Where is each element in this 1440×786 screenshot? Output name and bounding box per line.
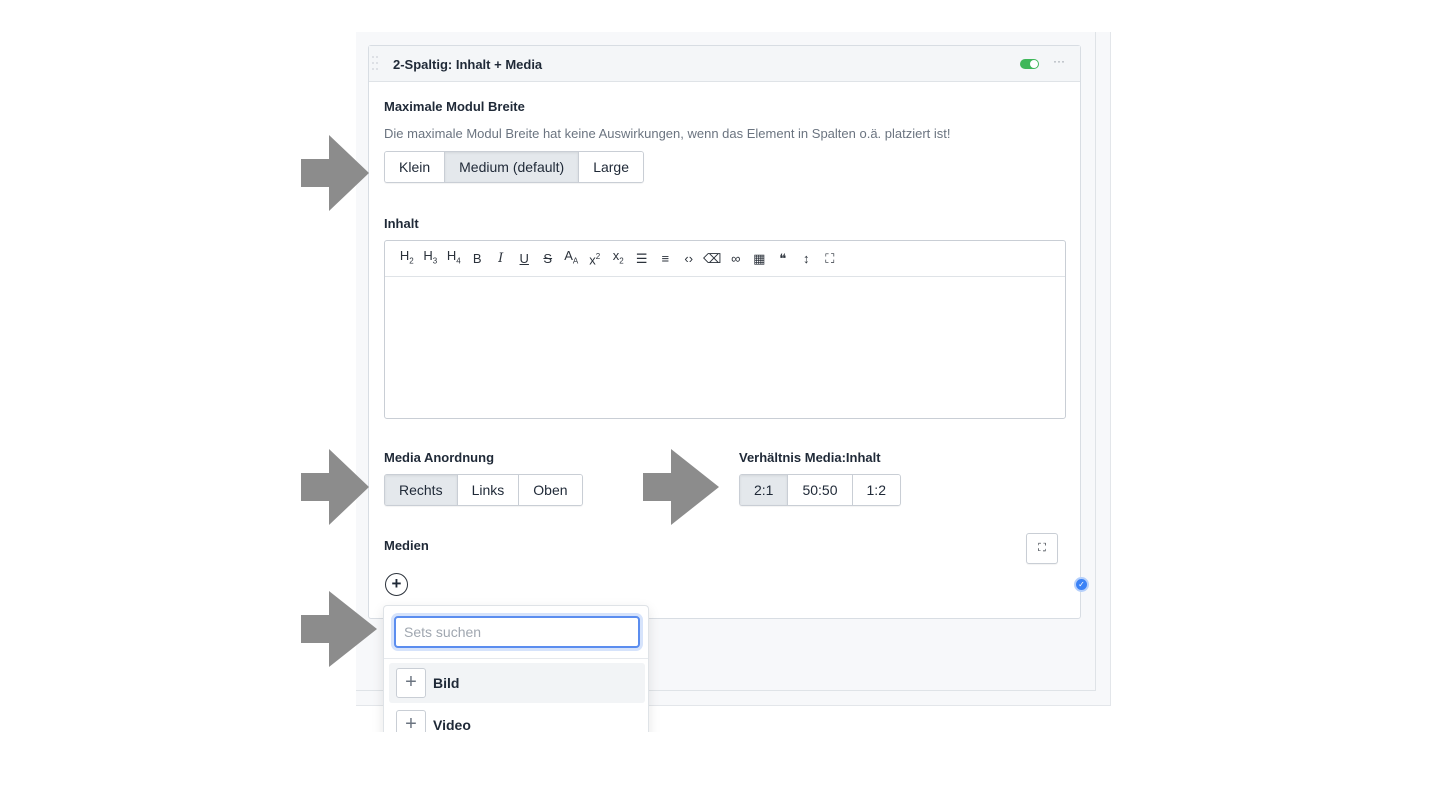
module-width-option-large[interactable]: Large — [579, 152, 643, 182]
annotation-arrow-icon — [301, 591, 377, 667]
set-enabled-toggle[interactable] — [1020, 59, 1039, 69]
media-label: Medien — [384, 538, 429, 553]
set-picker-item-label: Bild — [433, 675, 460, 691]
superscript-icon[interactable]: x2 — [583, 239, 607, 278]
heading-2-icon[interactable]: H2 — [395, 238, 419, 280]
subscript-icon[interactable]: x2 — [607, 238, 631, 280]
ratio-button-group: 2:1 50:50 1:2 — [739, 474, 901, 506]
small-caps-icon[interactable]: AA — [560, 238, 584, 280]
link-icon[interactable]: ∞ — [724, 241, 748, 277]
italic-icon[interactable]: I — [489, 241, 513, 277]
set-picker-dropdown: + Bild + Video — [383, 605, 649, 745]
bullet-list-icon[interactable]: ☰ — [630, 241, 654, 277]
set-header: 2-Spaltig: Inhalt + Media ··· — [369, 46, 1080, 82]
check-badge-icon: ✓ — [1074, 577, 1089, 592]
media-arrangement-button-group: Rechts Links Oben — [384, 474, 583, 506]
module-width-button-group: Klein Medium (default) Large — [384, 151, 644, 183]
content-editor: H2 H3 H4 B I U S AA x2 x2 ☰ ≡ ‹› ⌫ ∞ ▦ ❝… — [384, 240, 1066, 419]
heading-4-icon[interactable]: H4 — [442, 238, 466, 280]
strikethrough-icon[interactable]: S — [536, 241, 560, 277]
fullscreen-icon[interactable]: ⛶ — [818, 241, 842, 277]
module-width-help: Die maximale Modul Breite hat keine Ausw… — [384, 126, 951, 141]
ordered-list-icon[interactable]: ≡ — [654, 241, 678, 277]
more-dots-icon[interactable]: ··· — [1053, 54, 1065, 68]
drag-handle-icon[interactable] — [372, 56, 380, 72]
expand-icon[interactable]: ⛶ — [1026, 533, 1058, 564]
plus-circle-icon[interactable]: + — [385, 573, 408, 596]
annotation-arrow-icon — [301, 135, 369, 211]
set-picker-item-label: Video — [433, 717, 471, 733]
media-arrangement-option-links[interactable]: Links — [457, 475, 520, 505]
module-width-option-medium[interactable]: Medium (default) — [445, 152, 580, 182]
editor-toolbar: H2 H3 H4 B I U S AA x2 x2 ☰ ≡ ‹› ⌫ ∞ ▦ ❝… — [385, 241, 1065, 277]
content-label: Inhalt — [384, 216, 419, 231]
module-width-label: Maximale Modul Breite — [384, 99, 525, 114]
module-width-option-klein[interactable]: Klein — [385, 152, 446, 182]
annotation-arrow-icon — [301, 449, 369, 525]
plus-icon: + — [396, 668, 426, 698]
set-picker-item-bild[interactable]: + Bild — [389, 663, 645, 703]
ratio-option-1-2[interactable]: 1:2 — [852, 475, 900, 505]
heading-3-icon[interactable]: H3 — [419, 238, 443, 280]
ratio-label: Verhältnis Media:Inhalt — [739, 450, 881, 465]
line-height-icon[interactable]: ↕ — [795, 241, 819, 277]
editor-content-area[interactable] — [385, 277, 1065, 418]
set-search-input[interactable] — [394, 616, 640, 648]
underline-icon[interactable]: U — [513, 241, 537, 277]
media-arrangement-option-rechts[interactable]: Rechts — [385, 475, 458, 505]
dropdown-divider — [384, 658, 648, 659]
media-arrangement-option-oben[interactable]: Oben — [519, 475, 582, 505]
annotation-arrow-icon — [643, 449, 719, 525]
table-icon[interactable]: ▦ — [748, 241, 772, 277]
page-background — [0, 732, 1440, 786]
eraser-icon[interactable]: ⌫ — [701, 241, 725, 277]
code-icon[interactable]: ‹› — [677, 241, 701, 277]
quote-icon[interactable]: ❝ — [771, 241, 795, 277]
set-title: 2-Spaltig: Inhalt + Media — [393, 57, 543, 72]
media-arrangement-label: Media Anordnung — [384, 450, 495, 465]
ratio-option-2-1[interactable]: 2:1 — [740, 475, 789, 505]
ratio-option-50-50[interactable]: 50:50 — [788, 475, 853, 505]
bold-icon[interactable]: B — [466, 241, 490, 277]
container-divider — [1095, 32, 1096, 691]
